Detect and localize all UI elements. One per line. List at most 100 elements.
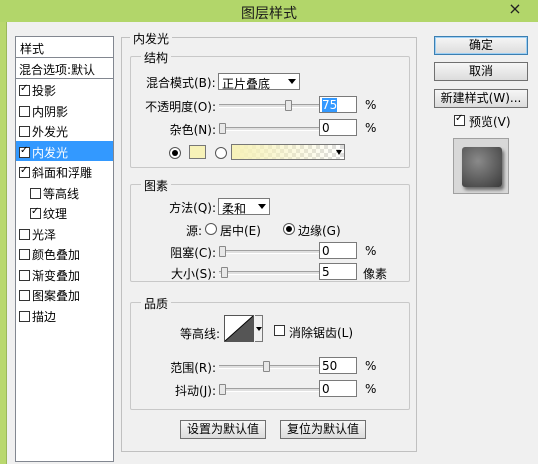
style-list-item-label: 图案叠加 (32, 289, 81, 303)
style-checkbox[interactable] (19, 228, 30, 240)
size-input[interactable]: 5 (319, 263, 357, 280)
jitter-input[interactable]: 0 (319, 380, 357, 397)
style-list-item[interactable]: 颜色叠加 (16, 243, 113, 264)
range-slider[interactable] (219, 361, 319, 372)
style-list-item[interactable]: 光泽 (16, 223, 113, 244)
reset-default-button[interactable]: 复位为默认值 (280, 420, 366, 439)
preview-checkbox[interactable] (454, 113, 465, 126)
window-title: 图层样式 (241, 6, 297, 22)
style-checkbox[interactable] (19, 105, 30, 117)
blend-mode-select[interactable]: 正片叠底 (218, 73, 300, 91)
style-list-header[interactable]: 样式 (16, 37, 113, 58)
inner-glow-title: 内发光 (130, 30, 173, 47)
elements-group: 图素 方法(Q): 柔和 源: 居中(E) 边缘(G) 阻塞(C): 0 % 大… (130, 177, 410, 282)
choke-slider[interactable] (219, 246, 319, 257)
range-label: 范围(R): (170, 361, 216, 375)
style-list-item[interactable]: 内阴影 (16, 100, 113, 121)
cancel-button[interactable]: 取消 (434, 62, 528, 81)
noise-slider[interactable] (219, 123, 319, 134)
style-list-item-label: 描边 (32, 309, 57, 324)
close-icon[interactable]: × (492, 0, 538, 20)
style-list: 样式 混合选项:默认 投影内阴影外发光内发光斜面和浮雕等高线纹理光泽颜色叠加渐变… (15, 36, 114, 462)
chevron-down-icon (288, 79, 296, 84)
opacity-slider[interactable] (219, 100, 319, 111)
style-list-item[interactable]: 渐变叠加 (16, 264, 113, 285)
new-style-button[interactable]: 新建样式(W)... (434, 89, 528, 108)
jitter-label: 抖动(J): (175, 384, 216, 398)
make-default-button[interactable]: 设置为默认值 (180, 420, 266, 439)
style-checkbox[interactable] (19, 269, 30, 281)
source-edge-radio[interactable] (283, 223, 295, 235)
style-checkbox[interactable] (19, 145, 30, 158)
style-list-item-label: 等高线 (43, 186, 80, 201)
style-list-item[interactable]: 图案叠加 (16, 284, 113, 305)
style-list-item-label: 渐变叠加 (32, 268, 81, 283)
style-list-item[interactable]: 等高线 (16, 182, 113, 203)
style-checkbox[interactable] (19, 290, 30, 301)
style-list-item-label: 光泽 (32, 227, 57, 242)
blend-options-item[interactable]: 混合选项:默认 (16, 58, 113, 79)
style-list-item-label: 纹理 (43, 207, 68, 221)
jitter-slider-thumb[interactable] (219, 384, 226, 395)
noise-input[interactable]: 0 (319, 119, 357, 136)
size-label: 大小(S): (170, 267, 216, 281)
method-value: 柔和 (222, 202, 247, 216)
opacity-unit: % (365, 98, 377, 112)
style-checkbox[interactable] (19, 310, 30, 322)
style-checkbox[interactable] (19, 165, 30, 178)
source-center-radio[interactable] (205, 223, 217, 235)
quality-group: 品质 等高线: 消除锯齿(L) 范围(R): 50 % 抖动(J): 0 % (130, 295, 410, 410)
style-checkbox[interactable] (30, 187, 41, 199)
structure-title: 结构 (141, 49, 172, 66)
range-slider-thumb[interactable] (263, 361, 270, 372)
style-checkbox[interactable] (19, 249, 30, 260)
size-unit: 像素 (363, 267, 388, 281)
solid-color-radio[interactable] (169, 147, 181, 159)
noise-unit: % (365, 121, 377, 135)
opacity-value: 75 (322, 98, 338, 112)
elements-title: 图素 (141, 177, 172, 194)
glow-gradient-picker[interactable] (231, 144, 345, 160)
style-list-item[interactable]: 斜面和浮雕 (16, 161, 113, 182)
style-list-item[interactable]: 纹理 (16, 202, 113, 223)
gradient-radio[interactable] (215, 147, 227, 159)
method-select[interactable]: 柔和 (218, 198, 270, 216)
style-checkbox[interactable] (30, 206, 41, 219)
source-edge-label[interactable]: 边缘(G) (298, 222, 341, 239)
style-checkbox[interactable] (19, 126, 30, 137)
ok-button[interactable]: 确定 (434, 36, 528, 55)
contour-label: 等高线: (179, 327, 220, 341)
opacity-slider-thumb[interactable] (285, 100, 292, 111)
style-checkbox[interactable] (19, 83, 30, 96)
choke-label: 阻塞(C): (170, 246, 216, 260)
size-slider[interactable] (219, 267, 319, 278)
range-input[interactable]: 50 (319, 357, 357, 374)
source-center-label[interactable]: 居中(E) (220, 222, 261, 239)
layer-style-dialog: 样式 混合选项:默认 投影内阴影外发光内发光斜面和浮雕等高线纹理光泽颜色叠加渐变… (6, 22, 538, 464)
style-list-item[interactable]: 投影 (16, 79, 113, 100)
choke-unit: % (365, 244, 377, 258)
contour-dropdown[interactable] (255, 315, 263, 342)
style-list-item[interactable]: 内发光 (16, 140, 113, 161)
title-bar: 图层样式 × (0, 0, 538, 22)
quality-title: 品质 (141, 295, 172, 312)
style-list-item-label: 内阴影 (32, 104, 69, 119)
noise-slider-thumb[interactable] (219, 123, 226, 134)
chevron-down-icon (256, 327, 262, 331)
opacity-input[interactable]: 75 (319, 96, 357, 113)
style-list-item-label: 颜色叠加 (32, 248, 81, 262)
choke-slider-thumb[interactable] (219, 246, 226, 257)
choke-input[interactable]: 0 (319, 242, 357, 259)
contour-picker[interactable] (224, 315, 254, 342)
style-list-item[interactable]: 描边 (16, 305, 113, 326)
antialias-label[interactable]: 消除锯齿(L) (289, 324, 353, 341)
style-list-item[interactable]: 外发光 (16, 120, 113, 141)
jitter-slider[interactable] (219, 384, 319, 395)
glow-color-swatch[interactable] (189, 145, 206, 159)
style-list-item-label: 外发光 (32, 125, 69, 139)
preview-label[interactable]: 预览(V) (469, 113, 511, 130)
contour-curve-icon (224, 315, 254, 342)
source-label: 源: (185, 224, 202, 238)
antialias-checkbox[interactable] (274, 325, 285, 336)
size-slider-thumb[interactable] (221, 267, 228, 278)
